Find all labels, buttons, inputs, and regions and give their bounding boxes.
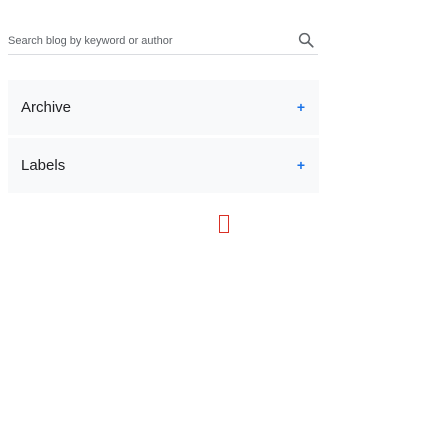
search-bar [8,30,318,55]
accordion-item-labels[interactable]: Labels + [8,138,319,193]
sidebar-accordion: Archive + Labels + [8,80,319,196]
search-icon [298,32,314,48]
accordion-label-archive: Archive [21,99,72,116]
blog-sidebar-page: Archive + Labels + [0,0,448,448]
expand-plus-icon[interactable]: + [297,80,305,135]
search-button[interactable] [294,28,318,52]
accordion-label-labels: Labels [21,157,66,174]
accordion-item-archive[interactable]: Archive + [8,80,319,135]
search-input[interactable] [8,30,288,52]
expand-plus-icon[interactable]: + [297,138,305,193]
text-cursor-indicator [219,215,229,233]
